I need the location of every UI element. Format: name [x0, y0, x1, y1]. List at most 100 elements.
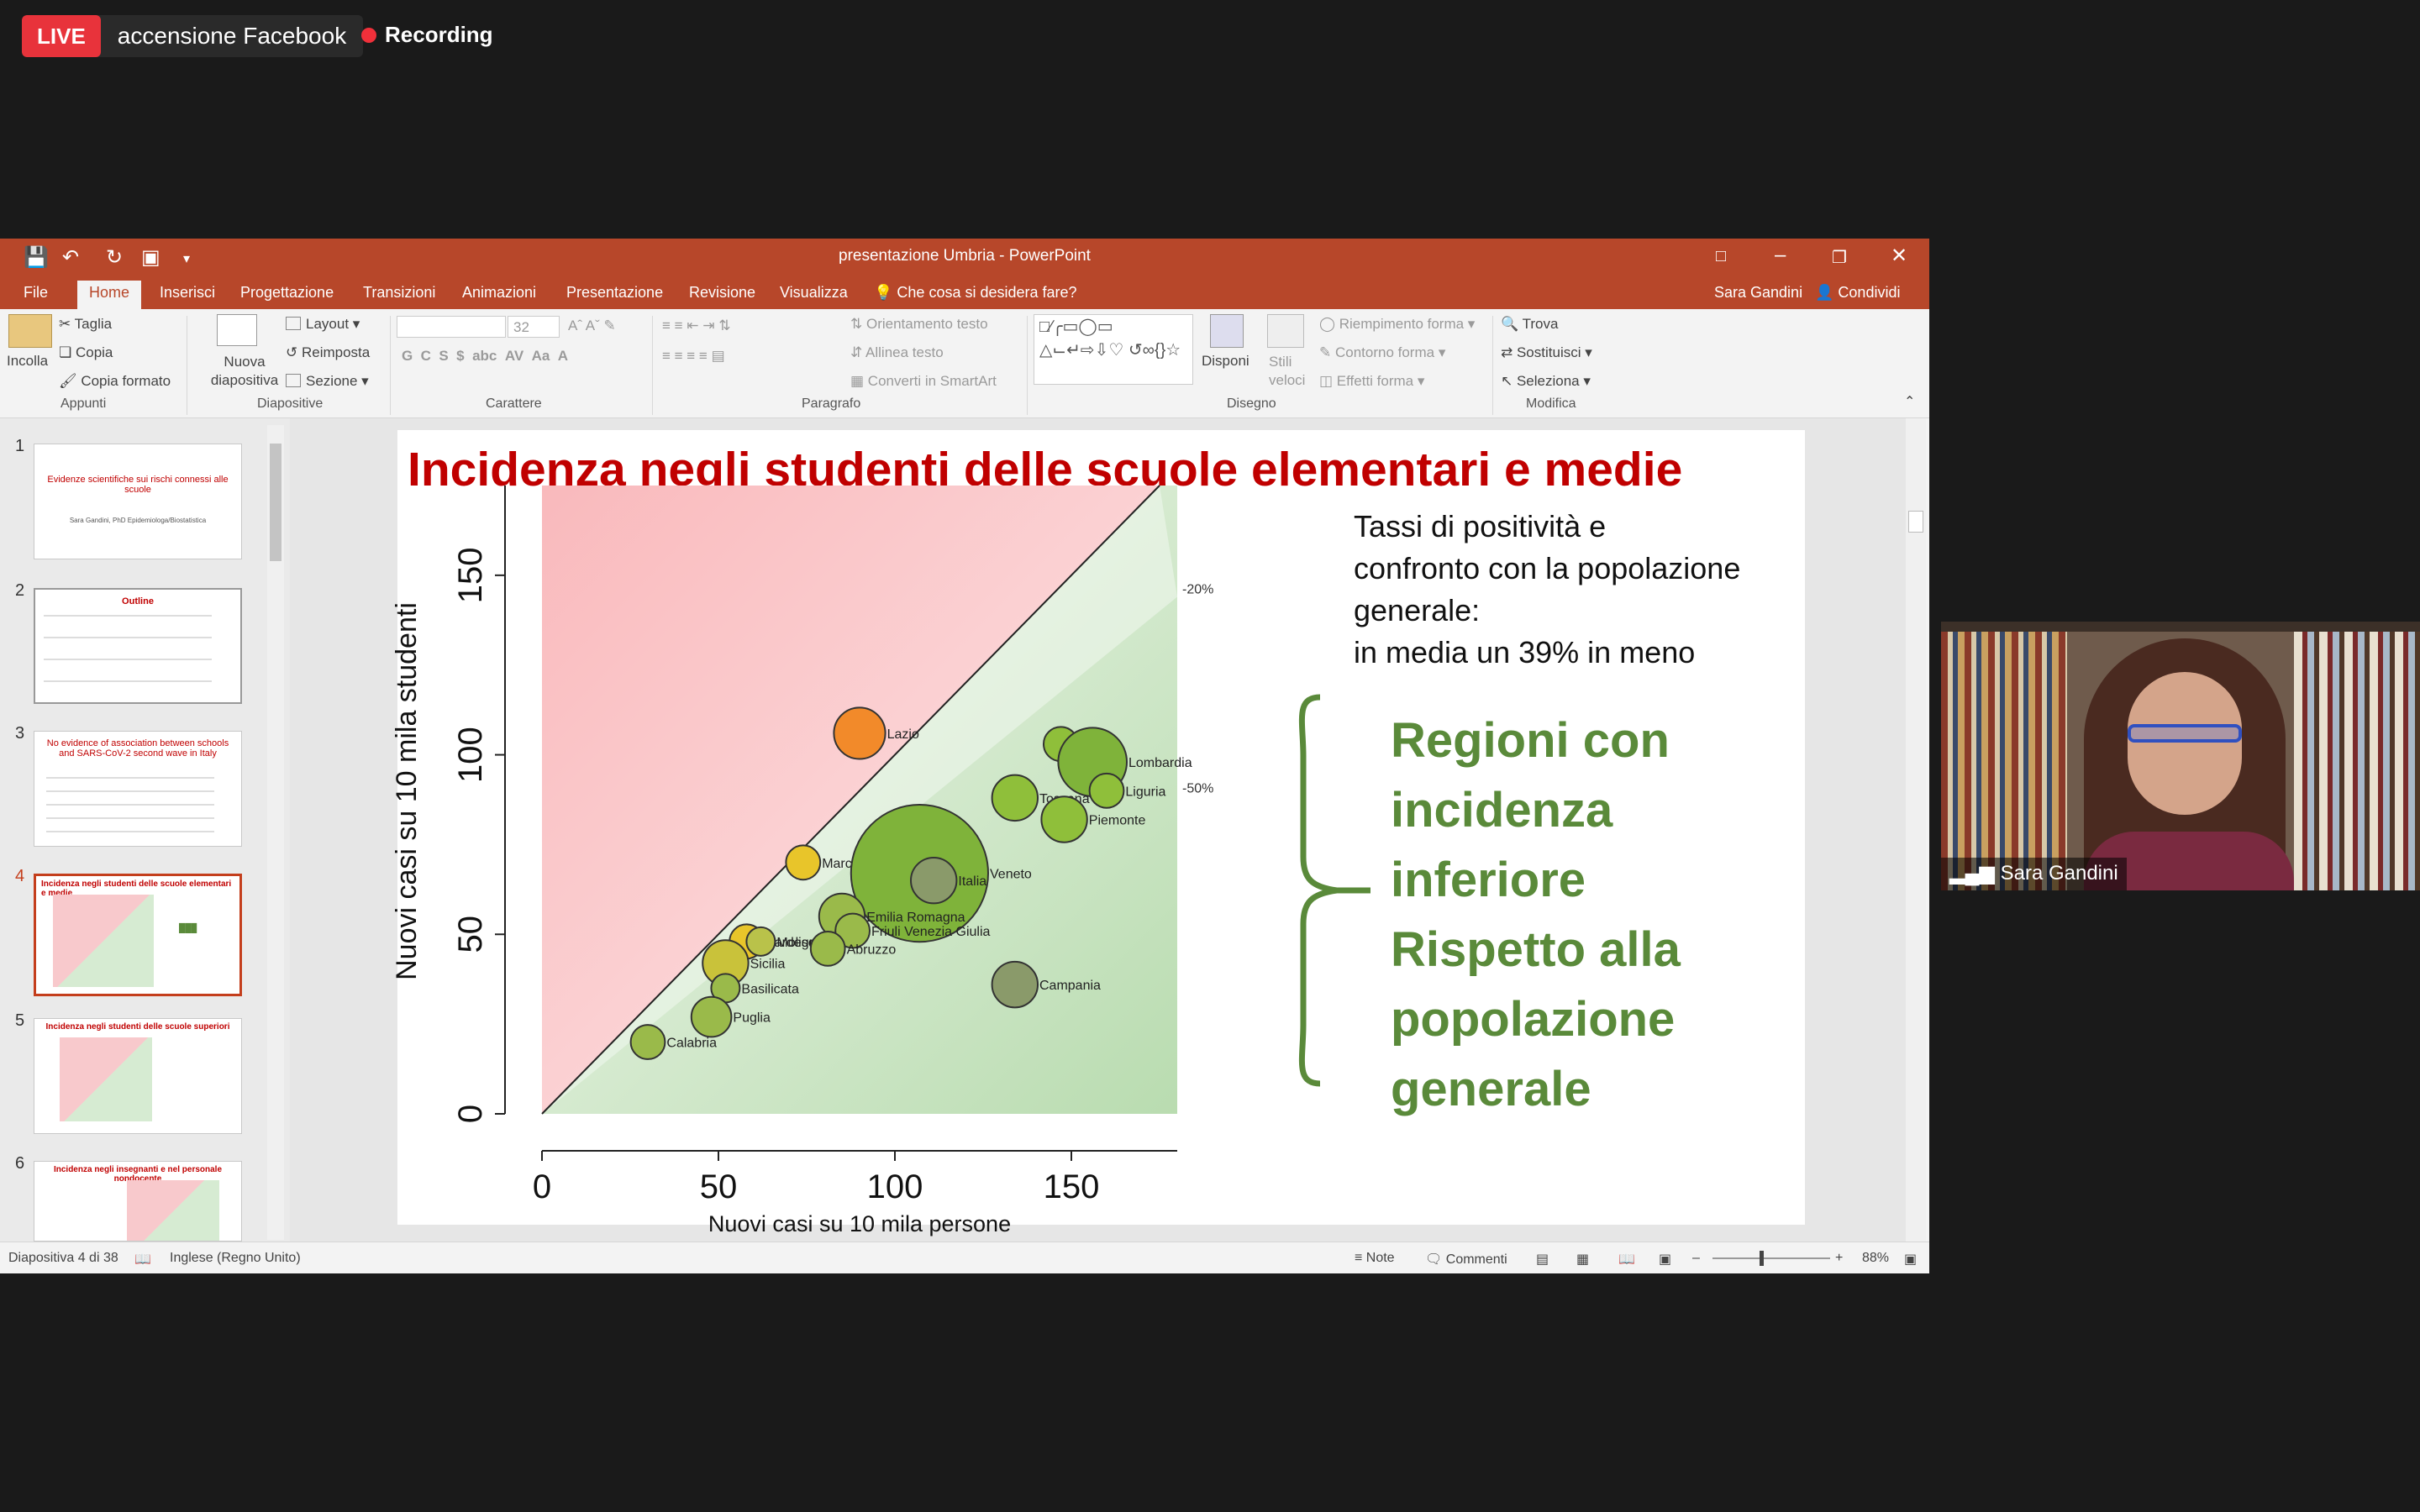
font-name-input[interactable]: [397, 316, 506, 338]
tab-file[interactable]: File: [24, 284, 48, 302]
notes-label: Note: [1365, 1251, 1395, 1265]
paste-button[interactable]: Incolla: [7, 353, 48, 370]
align-text-button[interactable]: ⇵ Allinea testo: [850, 344, 944, 361]
font-grow-icon[interactable]: Aˆ Aˇ ✎: [568, 318, 616, 334]
minimize-icon[interactable]: –: [1775, 244, 1786, 267]
thumb-text-lines: [44, 615, 212, 617]
thumb-title: No evidence of association between schoo…: [46, 738, 229, 759]
data-point: [1040, 795, 1088, 843]
slide-thumbnail-1[interactable]: Evidenze scientifiche sui rischi conness…: [34, 444, 242, 559]
section-button[interactable]: Sezione ▾: [286, 373, 369, 390]
slide-thumbnail-2[interactable]: Outline: [34, 588, 242, 704]
replace-label: Sostituisci: [1516, 344, 1581, 360]
close-icon[interactable]: ✕: [1891, 244, 1907, 268]
separator: [652, 316, 653, 415]
comments-button[interactable]: 🗨 Commenti: [1425, 1251, 1507, 1268]
quick-styles-button[interactable]: Stili veloci: [1269, 353, 1311, 390]
normal-view-icon[interactable]: ▤: [1536, 1251, 1549, 1268]
tab-home[interactable]: Home: [77, 281, 142, 309]
group-paragraph: Paragrafo: [802, 396, 861, 411]
align-icons[interactable]: ≡ ≡ ≡ ≡ ▤: [662, 348, 725, 365]
regions-text[interactable]: Regioni con incidenza inferiore Rispetto…: [1391, 706, 1794, 1124]
editor-scrollbar[interactable]: [1906, 418, 1926, 1242]
format-painter-button[interactable]: 🖌 Copia formato: [59, 373, 171, 390]
copy-button[interactable]: ❏ Copia: [59, 344, 113, 361]
shape-outline-button[interactable]: ✎ Contorno forma ▾: [1319, 344, 1445, 361]
shapes-gallery[interactable]: □∕╭▭◯▭ △⌙↵⇨⇩♡ ↺∞{}☆: [1034, 314, 1193, 385]
reset-button[interactable]: ↺ Reimposta: [286, 344, 370, 361]
tab-transitions[interactable]: Transizioni: [363, 284, 435, 302]
zoom-level[interactable]: 88%: [1862, 1251, 1889, 1266]
participant-video[interactable]: ▂▄▆ Sara Gandini: [1941, 622, 2420, 890]
share-button[interactable]: 👤 Condividi: [1815, 284, 1900, 302]
tab-animations[interactable]: Animazioni: [462, 284, 536, 302]
x-tick-label: 150: [1044, 1168, 1100, 1205]
find-button[interactable]: 🔍 Trova: [1501, 316, 1558, 333]
scrollbar-thumb[interactable]: [1908, 511, 1923, 533]
tab-review[interactable]: Revisione: [689, 284, 755, 302]
restore-icon[interactable]: ❐: [1832, 247, 1847, 268]
data-point-label: Molise: [776, 936, 815, 950]
shape-fill-button[interactable]: ◯ Riempimento forma ▾: [1319, 316, 1475, 333]
collapse-ribbon-icon[interactable]: ⌃: [1904, 393, 1915, 410]
fit-slide-icon[interactable]: ▣: [1904, 1251, 1917, 1268]
tab-design[interactable]: Progettazione: [240, 284, 334, 302]
positivity-text[interactable]: Tassi di positività e confronto con la p…: [1354, 506, 1791, 674]
align-text-label: Allinea testo: [865, 344, 944, 360]
font-size-input[interactable]: 32: [508, 316, 560, 338]
new-slide-icon[interactable]: [217, 314, 257, 346]
reading-view-icon[interactable]: 📖: [1618, 1251, 1635, 1268]
text-direction-button[interactable]: ⇅ Orientamento testo: [850, 316, 988, 333]
arrange-button[interactable]: Disponi: [1202, 353, 1249, 370]
green-line: incidenza: [1391, 783, 1613, 837]
separator: [1027, 316, 1028, 415]
green-line: inferiore: [1391, 853, 1586, 907]
zoom-slider[interactable]: [1712, 1257, 1830, 1259]
thumb-chart-preview: [127, 1180, 219, 1241]
thumb-number: 1: [15, 437, 25, 455]
ribbon-options-icon[interactable]: □: [1716, 247, 1726, 266]
slide-canvas[interactable]: Incidenza negli studenti delle scuole el…: [391, 430, 1805, 1236]
data-point-label: Abruzzo: [847, 942, 897, 957]
data-point-label: Emilia Romagna: [866, 911, 965, 925]
slide-thumbnail-4[interactable]: Incidenza negli studenti delle scuole el…: [34, 874, 242, 996]
tab-view[interactable]: Visualizza: [780, 284, 848, 302]
list-icons[interactable]: ≡ ≡ ⇤ ⇥ ⇅: [662, 318, 730, 334]
layout-button[interactable]: Layout ▾: [286, 316, 360, 333]
zoom-in-icon[interactable]: +: [1835, 1251, 1843, 1266]
language[interactable]: Inglese (Regno Unito): [170, 1251, 301, 1266]
font-format-icons[interactable]: G C S $ abc AV Aa A: [402, 348, 568, 365]
thumb-text-lines: [46, 777, 214, 779]
paste-icon[interactable]: [8, 314, 52, 348]
slide-thumbnail-6[interactable]: Incidenza negli insegnanti e nel persona…: [34, 1161, 242, 1242]
select-button[interactable]: ↖ Seleziona ▾: [1501, 373, 1591, 390]
quick-styles-icon[interactable]: [1267, 314, 1304, 348]
scrollbar-thumb[interactable]: [270, 444, 281, 561]
new-slide-button[interactable]: Nuova diapositiva: [207, 353, 282, 390]
notes-button[interactable]: ≡ Note: [1355, 1251, 1395, 1266]
thumbnails-scrollbar[interactable]: [267, 425, 284, 1240]
slide-thumbnail-5[interactable]: Incidenza negli studenti delle scuole su…: [34, 1018, 242, 1134]
sorter-view-icon[interactable]: ▦: [1576, 1251, 1589, 1268]
slide-thumbnail-3[interactable]: No evidence of association between schoo…: [34, 731, 242, 847]
green-line: generale: [1391, 1062, 1591, 1116]
tell-me-search[interactable]: 💡 Che cosa si desidera fare?: [874, 284, 1077, 302]
data-point-label: Friuli Venezia Giulia: [871, 925, 991, 939]
scatter-chart[interactable]: -20%-50% 050100150050100150 LazioUmbriaL…: [391, 485, 1313, 1236]
separator: [390, 316, 391, 415]
zoom-out-icon[interactable]: –: [1692, 1251, 1700, 1266]
tab-insert[interactable]: Inserisci: [160, 284, 215, 302]
replace-button[interactable]: ⇄ Sostituisci ▾: [1501, 344, 1592, 361]
smartart-button[interactable]: ▦ Converti in SmartArt: [850, 373, 997, 390]
spellcheck-icon[interactable]: 📖: [134, 1251, 151, 1268]
y-tick-label: 150: [452, 547, 489, 603]
cut-button[interactable]: ✂ Taglia: [59, 316, 112, 333]
arrange-icon[interactable]: [1210, 314, 1244, 348]
tab-slideshow[interactable]: Presentazione: [566, 284, 663, 302]
zoom-slider-handle[interactable]: [1760, 1251, 1764, 1266]
green-line: Rispetto alla: [1391, 922, 1681, 977]
shape-effects-button[interactable]: ◫ Effetti forma ▾: [1319, 373, 1424, 390]
thumb-title: Evidenze scientifiche sui rischi conness…: [47, 475, 229, 495]
slideshow-view-icon[interactable]: ▣: [1659, 1251, 1671, 1268]
y-axis-label: Nuovi casi su 10 mila studenti: [391, 602, 423, 980]
